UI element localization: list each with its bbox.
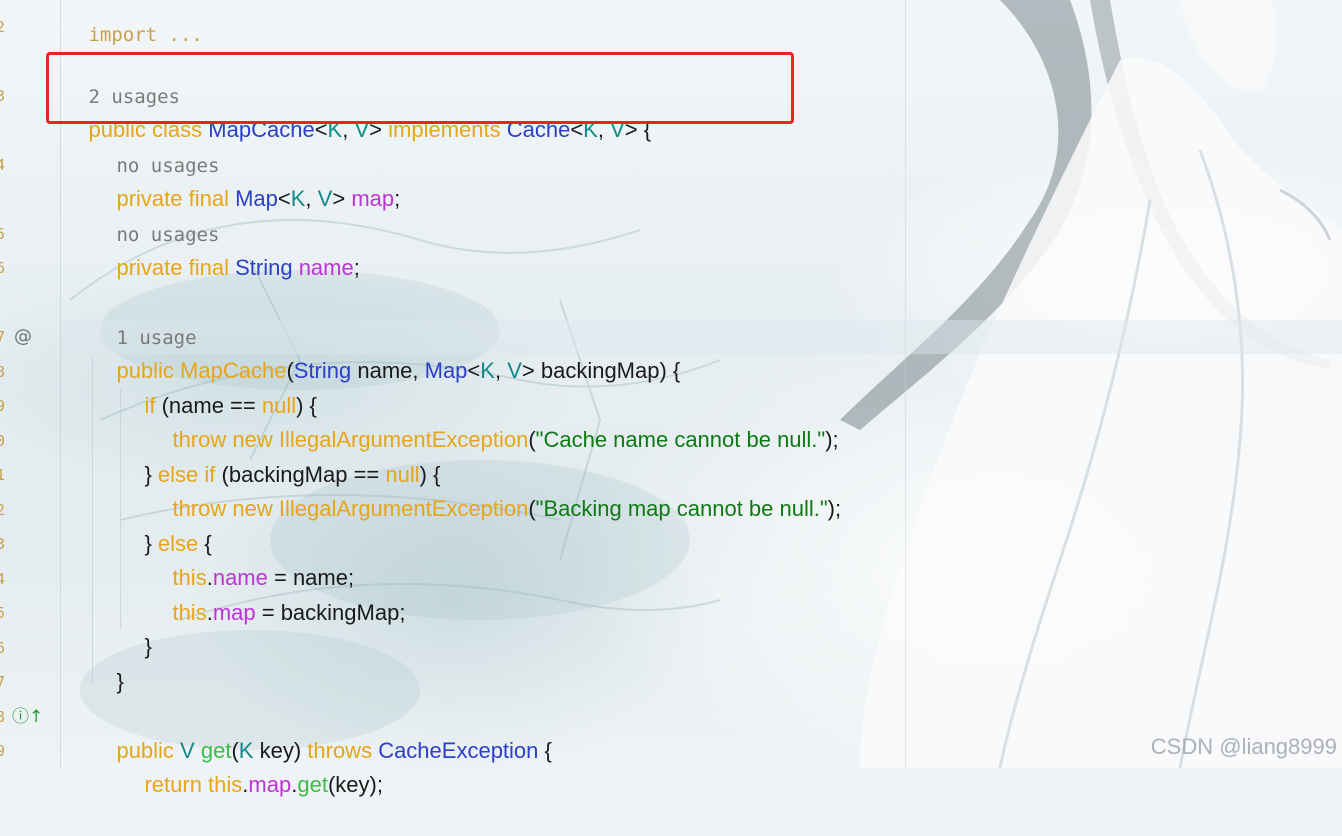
code-line[interactable]: this.name = name; [148,527,354,590]
code-line[interactable]: private final Map<K, V> map; [92,148,400,211]
class-name: Map [424,358,468,383]
highlight-box [46,52,794,124]
punctuation: } [116,669,124,694]
code-line[interactable]: if (name == null) { [120,355,316,418]
punctuation: ( [528,427,536,452]
punctuation: ); [825,427,839,452]
code-line[interactable]: return this.map.get(key); [120,734,382,797]
parameter: name, [351,358,425,383]
code-line[interactable]: } [120,596,151,659]
code-line: 1 usage [92,286,196,349]
punctuation: } [144,634,152,659]
keyword: this [172,600,207,625]
code-line[interactable]: this.map = backingMap; [148,562,405,625]
type-param: K [480,358,495,383]
expression: = backingMap; [255,600,406,625]
punctuation: ); [827,496,842,521]
code-line: no usages [92,183,219,246]
field-name: name [298,255,354,280]
csdn-watermark: CSDN @liang8999 [1150,734,1337,759]
exception-class: IllegalArgumentException [278,496,529,521]
keyword: this [208,772,243,797]
method-name: get [297,772,328,797]
class-name: CacheException [378,738,539,763]
type-param: V [507,358,522,383]
class-name: String [235,255,293,280]
string-literal: "Cache name cannot be null." [535,427,826,452]
punctuation: , [305,186,318,211]
code-line[interactable]: public V get(K key) throws CacheExceptio… [92,700,551,763]
field-name: map [212,600,256,625]
keyword: return [144,772,209,797]
type-param: V [317,186,333,211]
code-line[interactable]: throw new IllegalArgumentException("Cach… [148,389,838,452]
punctuation: < [467,358,481,383]
code-line[interactable]: } else if (backingMap == null) { [120,424,440,487]
folded-imports[interactable]: import ... [88,24,202,46]
code-line[interactable]: } [92,631,123,694]
class-name: Map [235,186,278,211]
punctuation: > [332,186,352,211]
punctuation: ; [353,255,360,280]
code-line[interactable]: private final String name; [92,217,359,280]
string-literal: "Backing map cannot be null." [535,496,828,521]
expression: (key); [327,772,383,797]
punctuation: , [494,358,508,383]
code-line[interactable]: import ... [64,0,202,46]
type-param: K [290,186,306,211]
field-name: map [248,772,292,797]
field-name: map [351,186,395,211]
code-line[interactable]: throw new IllegalArgumentException("Back… [148,458,841,521]
punctuation: { [538,738,552,763]
punctuation: ( [528,496,536,521]
code-line[interactable]: public MapCache(String name, Map<K, V> b… [92,320,680,383]
parameter: > backingMap) { [521,358,681,383]
punctuation: < [277,186,291,211]
punctuation: ; [394,186,401,211]
keyword: private final [116,255,236,280]
code-line[interactable]: } else { [120,493,211,556]
